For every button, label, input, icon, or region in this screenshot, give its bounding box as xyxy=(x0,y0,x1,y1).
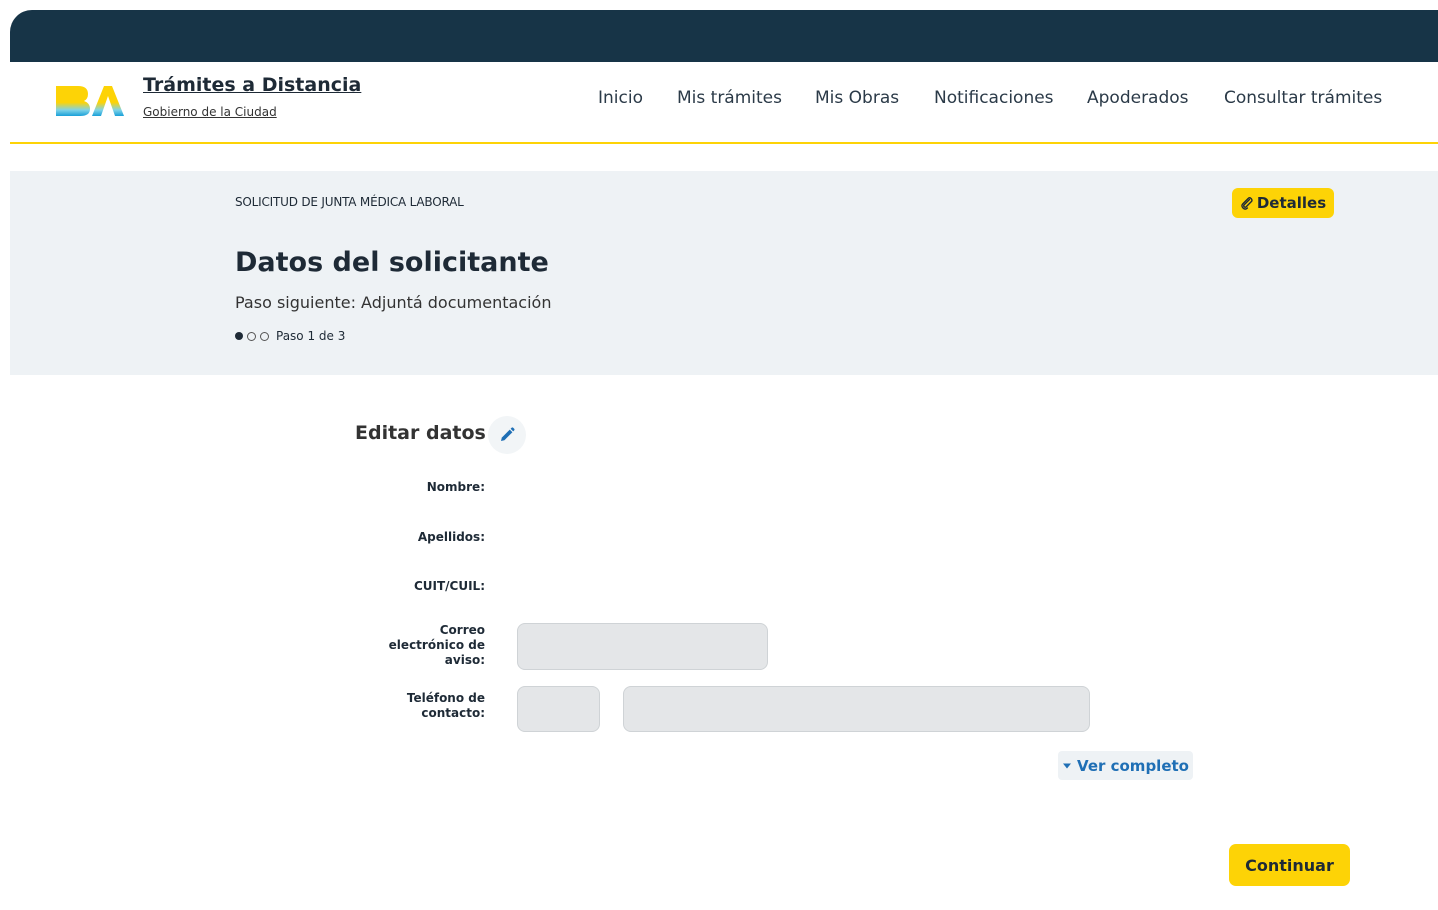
label-phone: Teléfono de contacto: xyxy=(406,691,485,720)
next-step-text: Paso siguiente: Adjuntá documentación xyxy=(235,293,552,312)
site-header: Trámites a Distancia Gobierno de la Ciud… xyxy=(10,62,1438,144)
nav-consultar-tramites[interactable]: Consultar trámites xyxy=(1224,88,1382,108)
nav-mis-obras[interactable]: Mis Obras xyxy=(815,88,899,108)
phone-area-input[interactable] xyxy=(517,686,600,732)
label-apellidos: Apellidos: xyxy=(417,530,485,544)
page-title: Datos del solicitante xyxy=(235,247,549,278)
procedure-name: SOLICITUD DE JUNTA MÉDICA LABORAL xyxy=(235,195,464,209)
step-dot-2 xyxy=(247,331,256,341)
nav-mis-tramites[interactable]: Mis trámites xyxy=(677,88,782,108)
email-input[interactable] xyxy=(517,623,768,670)
pencil-icon xyxy=(501,427,515,441)
continue-button[interactable]: Continuar xyxy=(1229,844,1350,886)
nav-inicio[interactable]: Inicio xyxy=(598,88,643,108)
step-indicator: Paso 1 de 3 xyxy=(235,329,345,343)
step-dot-1 xyxy=(235,332,243,340)
step-dot-3 xyxy=(260,331,269,341)
label-email: Correo electrónico de aviso: xyxy=(388,623,485,667)
brand-title[interactable]: Trámites a Distancia xyxy=(143,74,361,96)
step-text: Paso 1 de 3 xyxy=(276,329,346,343)
label-cuit-cuil: CUIT/CUIL: xyxy=(413,579,485,593)
edit-section-title: Editar datos xyxy=(355,422,486,444)
step-banner: SOLICITUD DE JUNTA MÉDICA LABORAL Detall… xyxy=(10,171,1438,375)
details-button[interactable]: Detalles xyxy=(1232,188,1334,218)
brand-subtitle[interactable]: Gobierno de la Ciudad xyxy=(143,105,277,119)
ver-completo-label: Ver completo xyxy=(1077,756,1189,775)
app-window: Trámites a Distancia Gobierno de la Ciud… xyxy=(10,10,1438,910)
nav-apoderados[interactable]: Apoderados xyxy=(1087,88,1189,108)
nav-notificaciones[interactable]: Notificaciones xyxy=(934,88,1054,108)
ba-logo[interactable] xyxy=(54,82,126,120)
phone-number-input[interactable] xyxy=(623,686,1090,732)
caret-down-icon xyxy=(1063,763,1072,768)
label-nombre: Nombre: xyxy=(426,480,485,494)
edit-button[interactable] xyxy=(488,416,526,454)
details-label: Detalles xyxy=(1256,194,1327,212)
paperclip-icon xyxy=(1241,197,1253,210)
top-bar xyxy=(10,10,1438,62)
ver-completo-button[interactable]: Ver completo xyxy=(1058,751,1193,780)
